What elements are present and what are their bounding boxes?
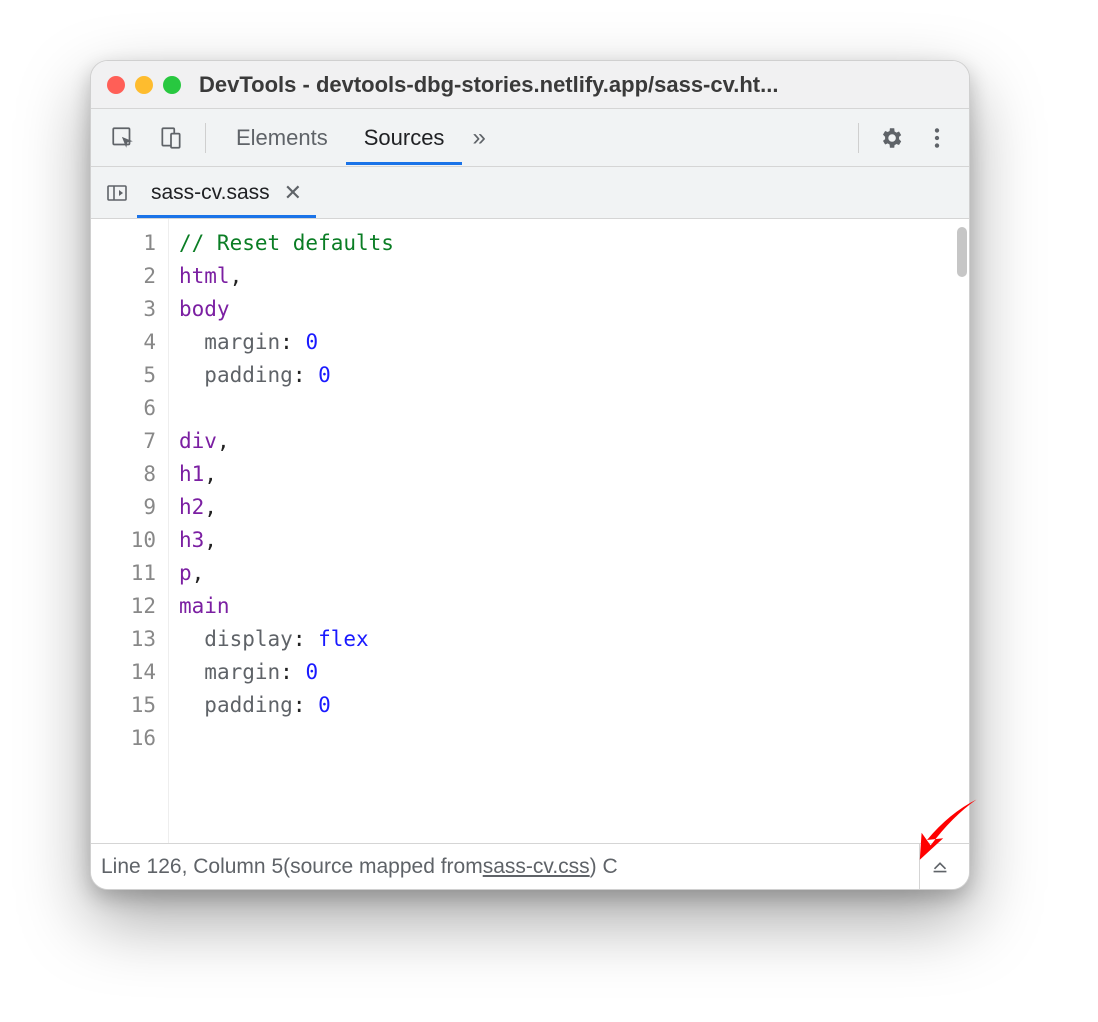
main-toolbar: Elements Sources »	[91, 109, 969, 167]
code-line[interactable]: padding: 0	[179, 359, 969, 392]
code-line[interactable]: h1,	[179, 458, 969, 491]
inspect-element-icon[interactable]	[101, 116, 145, 160]
tab-sources[interactable]: Sources	[346, 111, 463, 165]
tab-elements[interactable]: Elements	[218, 111, 346, 165]
file-tab-label: sass-cv.sass	[151, 181, 270, 205]
devtools-window: DevTools - devtools-dbg-stories.netlify.…	[90, 60, 970, 890]
code-line[interactable]: html,	[179, 260, 969, 293]
panel-tabs: Elements Sources »	[218, 111, 846, 165]
toolbar-separator	[858, 123, 859, 153]
code-line[interactable]: p,	[179, 557, 969, 590]
line-number: 14	[91, 656, 156, 689]
device-toolbar-icon[interactable]	[149, 116, 193, 160]
close-tab-icon[interactable]: ✕	[284, 180, 302, 206]
scrollbar-thumb[interactable]	[957, 227, 967, 277]
file-tab-bar: sass-cv.sass ✕	[91, 167, 969, 219]
code-content[interactable]: // Reset defaultshtml,body margin: 0 pad…	[169, 219, 969, 843]
source-mapped-suffix: ) C	[590, 855, 618, 879]
window-title: DevTools - devtools-dbg-stories.netlify.…	[199, 72, 953, 98]
line-number: 10	[91, 524, 156, 557]
line-number: 9	[91, 491, 156, 524]
line-number: 2	[91, 260, 156, 293]
settings-gear-icon[interactable]	[869, 116, 913, 160]
code-line[interactable]: body	[179, 293, 969, 326]
code-line[interactable]: main	[179, 590, 969, 623]
file-tab-active[interactable]: sass-cv.sass ✕	[137, 168, 316, 218]
show-drawer-icon[interactable]	[919, 844, 959, 889]
code-line[interactable]: display: flex	[179, 623, 969, 656]
more-options-icon[interactable]	[915, 116, 959, 160]
source-mapped-prefix: (source mapped from	[283, 855, 483, 879]
cursor-position: Line 126, Column 5	[101, 855, 283, 879]
line-number: 8	[91, 458, 156, 491]
line-number: 1	[91, 227, 156, 260]
status-bar: Line 126, Column 5 (source mapped from s…	[91, 843, 969, 889]
code-editor[interactable]: 12345678910111213141516 // Reset default…	[91, 219, 969, 843]
minimize-window-button[interactable]	[135, 76, 153, 94]
line-number-gutter: 12345678910111213141516	[91, 219, 169, 843]
line-number: 5	[91, 359, 156, 392]
more-tabs-icon[interactable]: »	[472, 124, 485, 152]
code-line[interactable]: h2,	[179, 491, 969, 524]
code-line[interactable]: margin: 0	[179, 326, 969, 359]
line-number: 11	[91, 557, 156, 590]
code-line[interactable]: // Reset defaults	[179, 227, 969, 260]
code-line[interactable]: margin: 0	[179, 656, 969, 689]
code-line[interactable]	[179, 722, 969, 755]
line-number: 3	[91, 293, 156, 326]
line-number: 4	[91, 326, 156, 359]
code-line[interactable]: h3,	[179, 524, 969, 557]
toolbar-separator	[205, 123, 206, 153]
line-number: 16	[91, 722, 156, 755]
source-map-link[interactable]: sass-cv.css	[483, 855, 590, 879]
close-window-button[interactable]	[107, 76, 125, 94]
titlebar: DevTools - devtools-dbg-stories.netlify.…	[91, 61, 969, 109]
line-number: 15	[91, 689, 156, 722]
line-number: 12	[91, 590, 156, 623]
line-number: 6	[91, 392, 156, 425]
code-line[interactable]: padding: 0	[179, 689, 969, 722]
line-number: 7	[91, 425, 156, 458]
code-line[interactable]	[179, 392, 969, 425]
line-number: 13	[91, 623, 156, 656]
maximize-window-button[interactable]	[163, 76, 181, 94]
navigator-toggle-icon[interactable]	[99, 175, 135, 211]
code-line[interactable]: div,	[179, 425, 969, 458]
